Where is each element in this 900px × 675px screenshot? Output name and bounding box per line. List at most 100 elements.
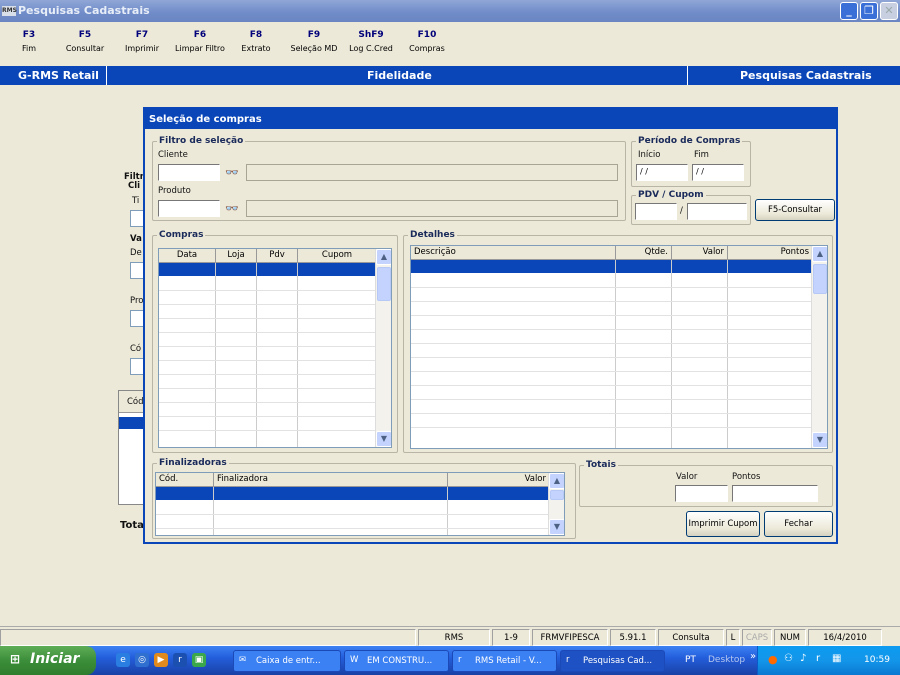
desktop-icon[interactable]: ▣ — [192, 653, 206, 667]
cliente-label: Cliente — [158, 150, 188, 160]
rms-icon[interactable]: r — [173, 653, 187, 667]
table-row[interactable] — [159, 263, 377, 276]
produto-input[interactable] — [158, 200, 220, 217]
fkey-fim[interactable]: F3 Fim — [18, 30, 40, 53]
desktop-toolbar[interactable]: Desktop — [708, 655, 745, 665]
firefox-icon[interactable]: ● — [768, 653, 778, 666]
detalhes-group: Detalhes Descrição Qtde. Valor Pontos ▲ … — [403, 230, 833, 453]
media-icon[interactable]: ▶ — [154, 653, 168, 667]
rms-icon: r — [458, 655, 462, 665]
selecao-compras-dialog: Seleção de compras Filtro de seleção Cli… — [143, 107, 838, 544]
cliente-input[interactable] — [158, 164, 220, 181]
finalizadoras-scrollbar[interactable]: ▲ ▼ — [548, 473, 564, 535]
scroll-thumb[interactable] — [550, 490, 564, 500]
status-caps: CAPS — [742, 629, 772, 646]
total-pontos-field — [732, 485, 818, 502]
scroll-down-icon[interactable]: ▼ — [549, 519, 564, 535]
task-pesquisas-cadastrais[interactable]: r Pesquisas Cad... — [560, 650, 665, 672]
fkey-imprimir[interactable]: F7 Imprimir — [122, 30, 162, 53]
compras-scrollbar[interactable]: ▲ ▼ — [375, 249, 391, 447]
filtro-group: Filtro de seleção Cliente 👓 Produto 👓 — [152, 136, 626, 221]
status-date: 16/4/2010 — [808, 629, 882, 646]
fkey-limpar-filtro[interactable]: F6 Limpar Filtro — [170, 30, 230, 53]
cliente-description — [246, 164, 618, 181]
minimize-button[interactable]: _ — [840, 2, 858, 20]
app-title-bar: RMS Pesquisas Cadastrais _ ❐ ✕ — [0, 0, 900, 22]
background-total-label: Tota — [120, 520, 144, 531]
scroll-thumb[interactable] — [813, 264, 827, 294]
status-mode: Consulta — [658, 629, 724, 646]
cupom-input[interactable] — [687, 203, 747, 220]
task-em-construcao[interactable]: W EM CONSTRU... — [344, 650, 449, 672]
consultar-button[interactable]: F5-Consultar — [755, 199, 835, 221]
maximize-button[interactable]: ❐ — [860, 2, 878, 20]
totais-group: Totais Valor Pontos — [579, 460, 833, 507]
scroll-thumb[interactable] — [377, 267, 391, 301]
language-indicator[interactable]: PT — [685, 655, 696, 665]
detalhes-grid[interactable]: Descrição Qtde. Valor Pontos ▲ ▼ — [410, 245, 828, 449]
ie-icon[interactable]: e — [116, 653, 130, 667]
status-version: 5.91.1 — [610, 629, 656, 646]
fkey-compras[interactable]: F10 Compras — [406, 30, 448, 53]
pdv-cupom-group: PDV / Cupom / — [631, 190, 751, 225]
binoculars-icon[interactable]: 👓 — [225, 202, 239, 215]
chevron-icon[interactable]: » — [750, 651, 756, 662]
windows-logo-icon: ⊞ — [10, 652, 21, 666]
fkey-selecao-md[interactable]: F9 Seleção MD — [286, 30, 342, 53]
status-range: 1-9 — [492, 629, 530, 646]
detalhes-scrollbar[interactable]: ▲ ▼ — [811, 246, 827, 448]
fechar-button[interactable]: Fechar — [764, 511, 833, 537]
fkey-consultar[interactable]: F5 Consultar — [62, 30, 108, 53]
compras-header: Data Loja Pdv Cupom — [159, 249, 377, 263]
detalhes-header: Descrição Qtde. Valor Pontos — [411, 246, 813, 260]
finalizadoras-grid[interactable]: Cód. Finalizadora Valor ▲ ▼ — [155, 472, 565, 536]
status-panel — [0, 629, 416, 646]
scroll-up-icon[interactable]: ▲ — [376, 249, 391, 265]
start-button[interactable]: ⊞ Iniciar — [0, 646, 96, 675]
status-bar: RMS 1-9 FRMVFIPESCA 5.91.1 Consulta L CA… — [0, 626, 900, 646]
compras-group: Compras Data Loja Pdv Cupom ▲ ▼ — [152, 230, 398, 453]
clock: 10:59 — [864, 655, 890, 665]
dialog-title: Seleção de compras — [145, 109, 836, 129]
table-row[interactable] — [156, 487, 550, 500]
fim-date-input[interactable]: / / — [692, 164, 744, 181]
table-row[interactable] — [411, 260, 813, 273]
computer-icon[interactable]: ▦ — [832, 653, 841, 664]
imprimir-cupom-button[interactable]: Imprimir Cupom — [686, 511, 760, 537]
system-tray: ● ⚇ ♪ r ▦ 10:59 — [757, 646, 900, 675]
header-screen-name: Pesquisas Cadastrais — [740, 69, 872, 82]
status-l: L — [726, 629, 740, 646]
produto-label: Produto — [158, 186, 191, 196]
periodo-group: Período de Compras Início Fim / / / / — [631, 136, 751, 187]
rms-icon: r — [566, 655, 570, 665]
compras-grid[interactable]: Data Loja Pdv Cupom ▲ ▼ — [158, 248, 392, 448]
header-module-name: Fidelidade — [367, 69, 432, 82]
finalizadoras-group: Finalizadoras Cód. Finalizadora Valor ▲ … — [152, 458, 576, 539]
volume-icon[interactable]: ♪ — [800, 653, 806, 664]
rms-logo-icon: RMS — [2, 6, 17, 16]
scroll-up-icon[interactable]: ▲ — [812, 246, 827, 262]
status-system: RMS — [418, 629, 490, 646]
task-caixa-entrada[interactable]: ✉ Caixa de entr... — [233, 650, 341, 672]
module-header-bar: G-RMS Retail Fidelidade Pesquisas Cadast… — [0, 66, 900, 85]
finalizadoras-header: Cód. Finalizadora Valor — [156, 473, 550, 487]
window-title: Pesquisas Cadastrais — [18, 4, 150, 17]
close-button[interactable]: ✕ — [880, 2, 898, 20]
header-divider — [687, 66, 688, 85]
task-rms-retail[interactable]: r RMS Retail - V... — [452, 650, 557, 672]
inicio-date-input[interactable]: / / — [636, 164, 688, 181]
taskbar: ⊞ Iniciar e ◎ ▶ r ▣ ✉ Caixa de entr... WE… — [0, 646, 900, 675]
fkey-log-ccred[interactable]: ShF9 Log C.Cred — [344, 30, 398, 53]
binoculars-icon[interactable]: 👓 — [225, 166, 239, 179]
rms-tray-icon[interactable]: r — [816, 653, 820, 664]
produto-description — [246, 200, 618, 217]
word-icon: W — [350, 655, 359, 665]
scroll-down-icon[interactable]: ▼ — [376, 431, 391, 447]
scroll-up-icon[interactable]: ▲ — [549, 473, 564, 489]
network-icon[interactable]: ⚇ — [784, 653, 793, 664]
browser-icon[interactable]: ◎ — [135, 653, 149, 667]
pdv-input[interactable] — [635, 203, 677, 220]
fkey-extrato[interactable]: F8 Extrato — [237, 30, 275, 53]
scroll-down-icon[interactable]: ▼ — [812, 432, 827, 448]
function-key-toolbar: F3 Fim F5 Consultar F7 Imprimir F6 Limpar Fi… — [0, 22, 900, 66]
